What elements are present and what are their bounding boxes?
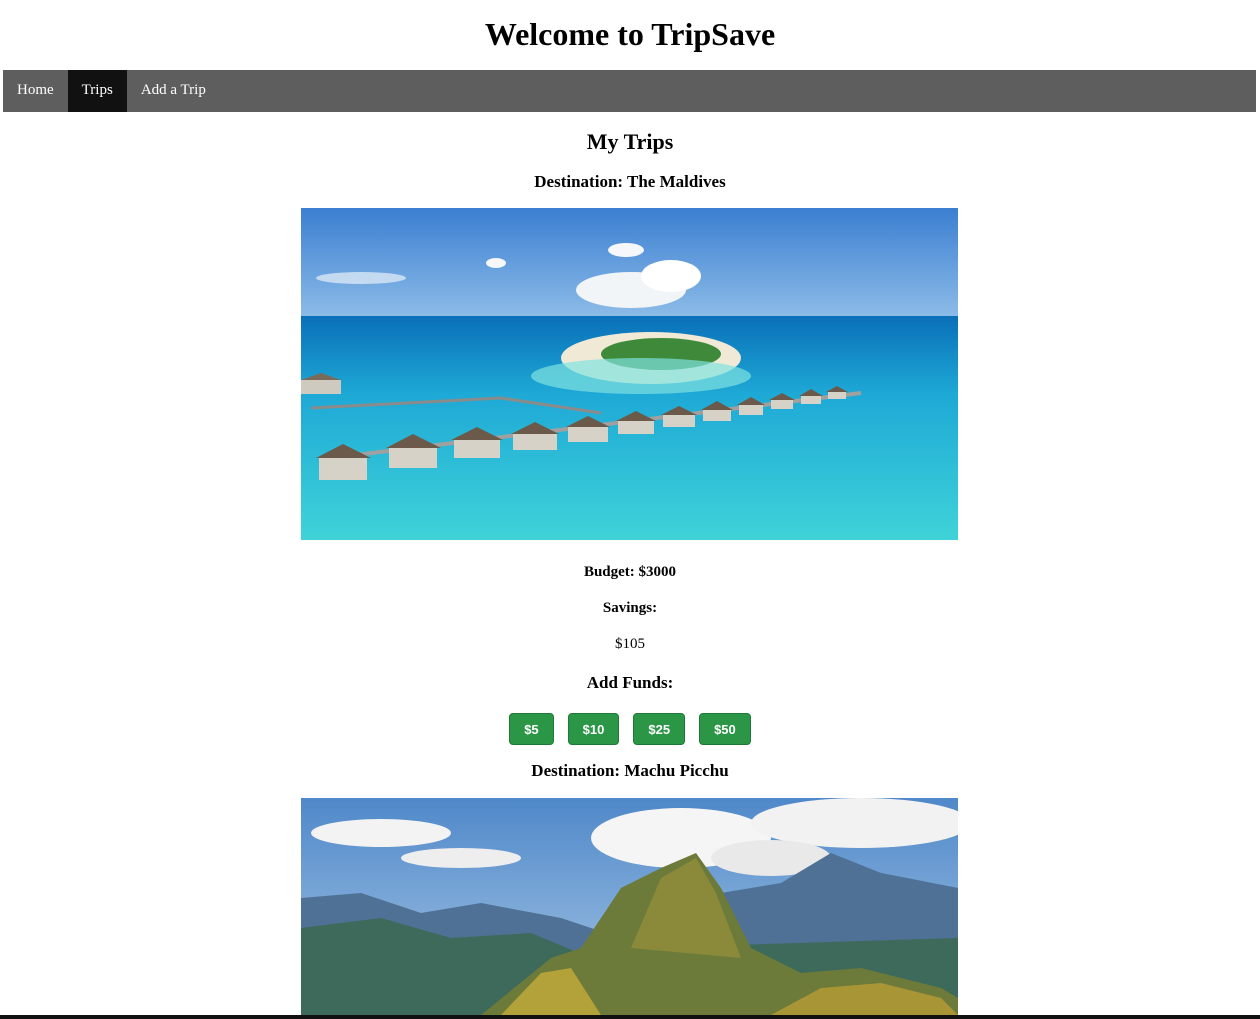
add-50-button[interactable]: $50: [699, 713, 751, 745]
site-title: Welcome to TripSave: [484, 16, 776, 52]
savings-value: $105: [615, 636, 645, 652]
trip-budget: Budget: $3000: [583, 564, 677, 580]
add-funds-label: Add Funds:: [586, 673, 674, 692]
savings-label: Savings:: [602, 600, 658, 616]
add-funds-buttons: $5 $10 $25 $50: [0, 713, 1260, 745]
trip-destination: Destination: Machu Picchu: [531, 761, 729, 780]
nav-home[interactable]: Home: [3, 70, 68, 112]
add-5-button[interactable]: $5: [509, 713, 554, 745]
add-10-button[interactable]: $10: [567, 713, 620, 745]
page-title: My Trips: [586, 129, 674, 154]
maldives-photo: [301, 208, 958, 540]
navbar: Home Trips Add a Trip: [3, 70, 1256, 112]
trip-destination: Destination: The Maldives: [534, 172, 726, 191]
nav-trips[interactable]: Trips: [67, 70, 127, 112]
nav-add-trip[interactable]: Add a Trip: [127, 70, 220, 112]
add-25-button[interactable]: $25: [633, 713, 686, 745]
machu-picchu-photo: [301, 798, 958, 1015]
window-bottom-edge: [0, 1015, 1260, 1019]
